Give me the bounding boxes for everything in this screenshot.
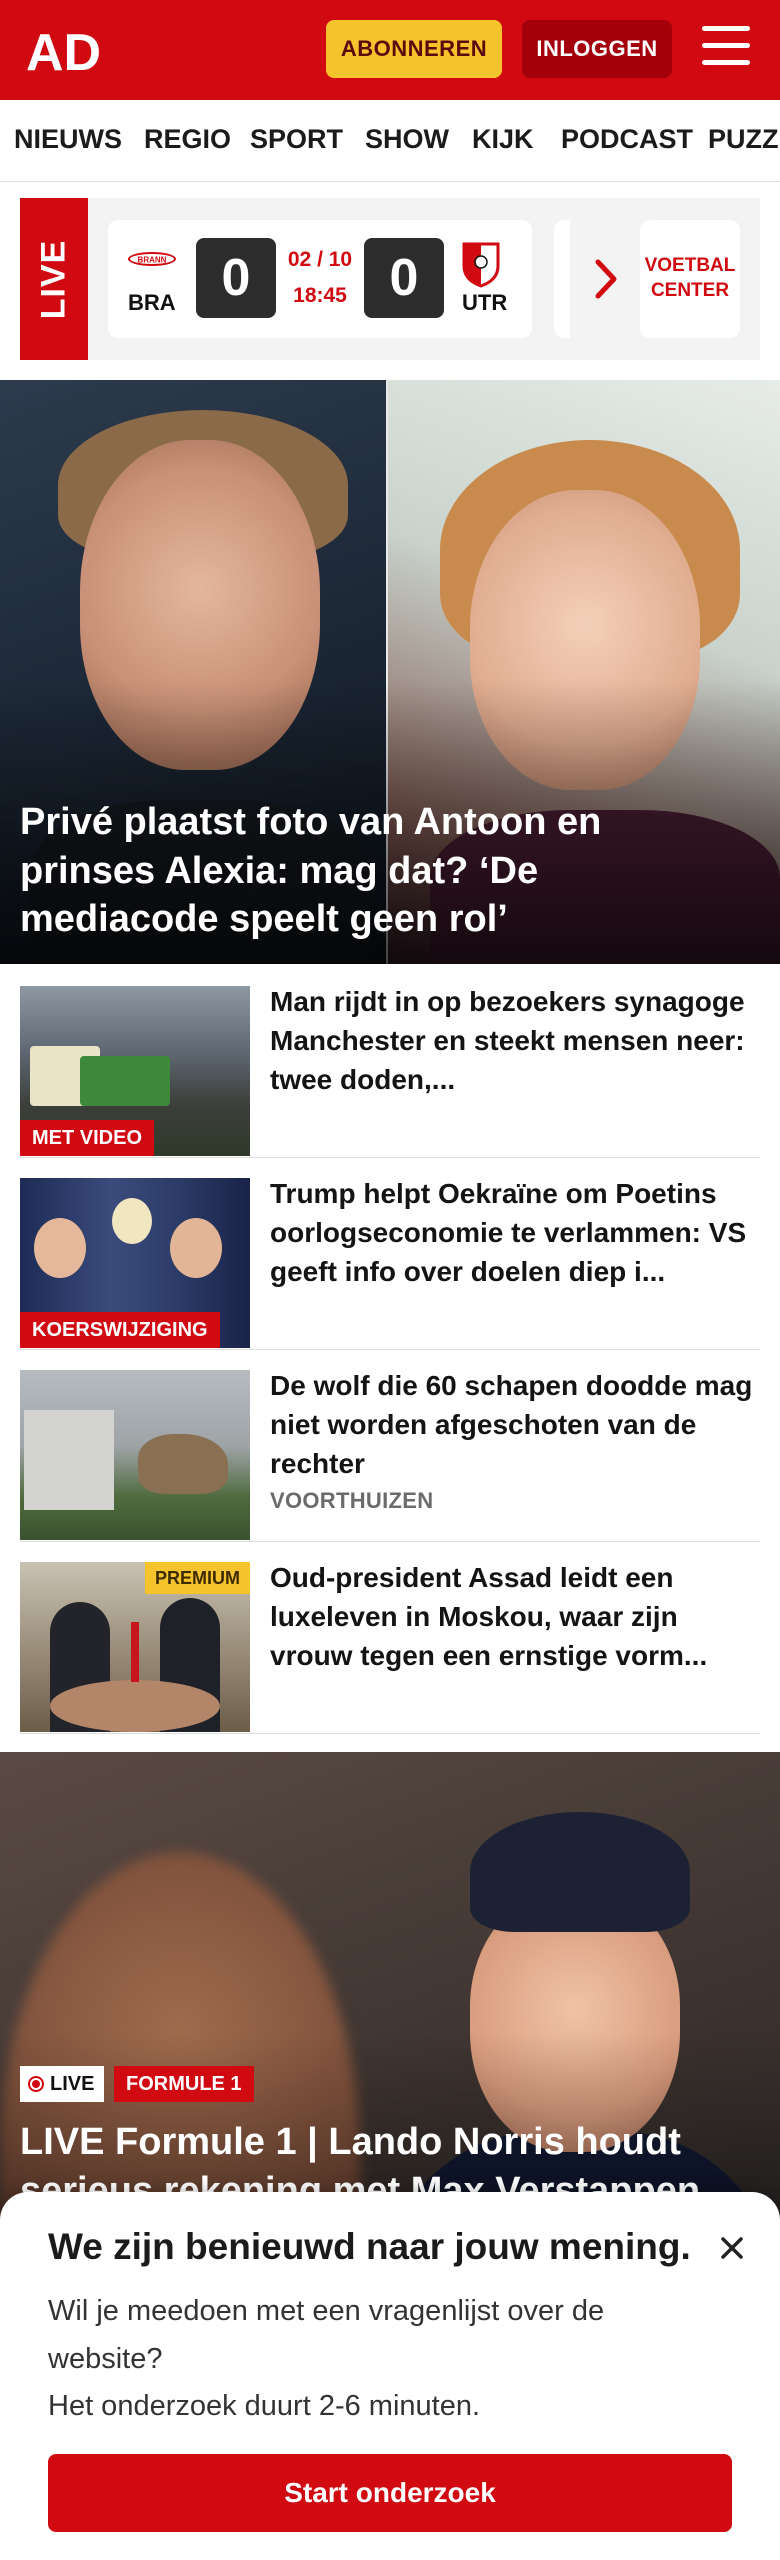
- survey-question: Wil je meedoen met een vragenlijst over …: [48, 2295, 605, 2375]
- list-item[interactable]: De wolf die 60 schapen doodde mag niet w…: [20, 1366, 760, 1542]
- away-team-abbr: UTR: [462, 290, 508, 315]
- article-title[interactable]: Trump helpt Oekraïne om Poetins oorlogse…: [270, 1174, 760, 1292]
- list-item[interactable]: MET VIDEO Man rijdt in op bezoekers syna…: [20, 982, 760, 1158]
- ad-logo[interactable]: AD: [26, 26, 116, 76]
- nav-item-sport[interactable]: SPORT: [250, 124, 343, 155]
- article-thumbnail: [20, 1370, 250, 1540]
- survey-duration: Het onderzoek duurt 2-6 minuten.: [48, 2390, 481, 2423]
- login-button[interactable]: INLOGGEN: [522, 20, 672, 78]
- live-dot-icon: [28, 2076, 44, 2092]
- nav-item-regio[interactable]: REGIO: [144, 124, 231, 155]
- home-score: 0: [196, 238, 276, 318]
- close-icon[interactable]: [716, 2232, 748, 2264]
- match-date: 02 / 10: [287, 248, 353, 271]
- match-time: 18:45: [293, 284, 347, 307]
- article-location: VOORTHUIZEN: [270, 1488, 434, 1513]
- home-team-abbr: BRA: [128, 290, 176, 315]
- survey-sheet: We zijn benieuwd naar jouw mening. Wil j…: [0, 2192, 780, 2560]
- away-score: 0: [364, 238, 444, 318]
- article-thumbnail: MET VIDEO: [20, 986, 250, 1156]
- brann-badge: BRANN: [138, 256, 167, 265]
- nav-item-show[interactable]: SHOW: [365, 124, 449, 155]
- article-thumbnail: PREMIUM: [20, 1562, 250, 1732]
- live-scoreboard: LIVE BRANN BRA 0 02 / 10 18:45 0 UTR VOE…: [20, 198, 760, 360]
- article-title[interactable]: Oud-president Assad leidt een luxeleven …: [270, 1558, 760, 1676]
- status-badge: KOERSWIJZIGING: [20, 1312, 220, 1348]
- chevron-right-icon[interactable]: [592, 254, 622, 304]
- fc-utrecht-logo-icon: [462, 242, 500, 288]
- nav-item-podcast[interactable]: PODCAST: [561, 124, 693, 155]
- start-survey-button[interactable]: Start onderzoek: [48, 2454, 732, 2532]
- live-tag: LIVE: [20, 198, 88, 360]
- nav-item-puzzel[interactable]: PUZZ: [708, 124, 779, 155]
- article-title[interactable]: Man rijdt in op bezoekers synagoge Manch…: [270, 982, 760, 1100]
- survey-title: We zijn benieuwd naar jouw mening.: [48, 2226, 691, 2267]
- section-nav: NIEUWS REGIO SPORT SHOW KIJK PODCAST PUZ…: [0, 100, 780, 182]
- next-match-card-edge[interactable]: [554, 220, 570, 338]
- article-thumbnail: KOERSWIJZIGING: [20, 1178, 250, 1348]
- list-item[interactable]: KOERSWIJZIGING Trump helpt Oekraïne om P…: [20, 1174, 760, 1350]
- live-badge: LIVE: [20, 2066, 105, 2102]
- nav-item-kijk[interactable]: KIJK: [472, 124, 534, 155]
- survey-description: Wil je meedoen met een vragenlijst over …: [48, 2288, 708, 2431]
- article-title[interactable]: De wolf die 60 schapen doodde mag niet w…: [270, 1366, 760, 1484]
- svg-text:AD: AD: [26, 26, 101, 76]
- menu-icon[interactable]: [702, 26, 750, 70]
- hero-headline[interactable]: Privé plaatst foto van Antoon en prinses…: [20, 798, 740, 944]
- site-header: AD ABONNEREN INLOGGEN: [0, 0, 780, 100]
- svg-text:BRANN: BRANN: [138, 256, 167, 265]
- match-card[interactable]: BRANN BRA 0 02 / 10 18:45 0 UTR: [108, 220, 532, 338]
- list-item[interactable]: PREMIUM Oud-president Assad leidt een lu…: [20, 1558, 760, 1734]
- voetbal-center-button[interactable]: VOETBAL CENTER: [640, 220, 740, 338]
- premium-badge: PREMIUM: [145, 1562, 250, 1594]
- video-badge: MET VIDEO: [20, 1120, 155, 1156]
- subscribe-button[interactable]: ABONNEREN: [326, 20, 502, 78]
- category-badge: FORMULE 1: [114, 2066, 254, 2102]
- hero-article[interactable]: Privé plaatst foto van Antoon en prinses…: [0, 380, 780, 964]
- nav-item-nieuws[interactable]: NIEUWS: [14, 124, 122, 155]
